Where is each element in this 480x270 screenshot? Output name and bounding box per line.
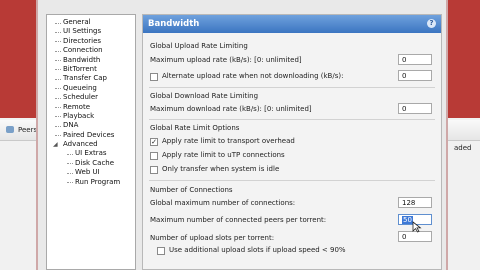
tree-item[interactable]: BitTorrent [47,65,135,74]
divider [149,87,435,88]
tree-item[interactable]: UI Extras [47,149,135,158]
pane-title: Bandwidth [148,19,200,29]
tree-connector [67,153,73,155]
overhead-label: Apply rate limit to transport overhead [162,137,295,145]
tree-connector [67,163,73,165]
extra-slots-checkbox[interactable] [157,247,165,255]
peers-tab[interactable]: Peers [6,124,37,136]
upload-section-title: Global Upload Rate Limiting [150,42,248,50]
tree-connector [55,60,61,62]
tree-item-label: Transfer Cap [63,74,107,83]
tree-item[interactable]: DNA [47,121,135,130]
tree-connector [55,22,61,24]
tree-item[interactable]: Directories [47,37,135,46]
max-download-input[interactable]: 0 [398,103,432,114]
pane-header: Bandwidth ? [143,15,441,33]
alt-upload-checkbox[interactable] [150,73,158,81]
max-upload-label: Maximum upload rate (kB/s): [0: unlimite… [150,56,302,64]
tree-item[interactable]: Scheduler [47,93,135,102]
tree-connector [55,107,61,109]
utp-label: Apply rate limit to uTP connections [162,151,285,159]
download-section-title: Global Download Rate Limiting [150,92,259,100]
tree-item[interactable]: Run Program [47,178,135,187]
divider [149,180,435,181]
peers-icon [6,126,14,133]
tree-connector [55,31,61,33]
tree-item-label: Advanced [63,140,98,149]
tree-item-label: Playback [63,111,95,120]
tree-item-label: General [63,18,91,26]
tree-item-label: Directories [63,36,102,45]
tree-item-label: Paired Devices [63,130,115,139]
tree-item-label: Remote [63,102,91,111]
tree-item[interactable]: Web UI [47,168,135,177]
tree-item[interactable]: Paired Devices [47,131,135,140]
tree-connector [55,116,61,118]
tree-connector [67,172,73,174]
help-icon[interactable]: ? [427,19,436,28]
tree-item[interactable]: Disk Cache [47,159,135,168]
tree-item-label: DNA [63,121,79,130]
alt-upload-input[interactable]: 0 [398,70,432,81]
preferences-dialog: General UI Settings Directories Connection B… [36,0,448,270]
alt-upload-label: Alternate upload rate when not downloadi… [162,72,344,80]
tree-connector [55,69,61,71]
tree-connector [55,50,61,52]
tree-item[interactable]: ◢ Advanced [47,140,135,149]
tree-item-label: UI Extras [75,149,107,158]
max-download-label: Maximum download rate (kB/s): [0: unlimi… [150,105,312,113]
tree-connector [55,88,61,90]
divider [149,119,435,120]
tree-item-label: Bandwidth [63,55,101,64]
tree-item-label: Queueing [63,83,97,92]
tree-item[interactable]: Bandwidth [47,56,135,65]
tree-item[interactable]: Transfer Cap [47,74,135,83]
status-fragment: aded [454,144,472,152]
idle-label: Only transfer when system is idle [162,165,280,173]
global-connections-label: Global maximum number of connections: [150,199,296,207]
global-connections-input[interactable]: 128 [398,197,432,208]
tree-item[interactable]: Remote [47,103,135,112]
upload-slots-label: Number of upload slots per torrent: [150,234,275,242]
utp-checkbox[interactable] [150,152,158,160]
expand-toggle-icon[interactable]: ◢ [53,140,58,149]
options-section-title: Global Rate Limit Options [150,124,240,132]
settings-tree[interactable]: General UI Settings Directories Connection B… [46,14,136,270]
peers-tab-label: Peers [18,126,38,134]
tree-connector [55,78,61,80]
peers-per-torrent-label: Maximum number of connected peers per to… [150,216,327,224]
bandwidth-pane: Bandwidth ? Global Upload Rate Limiting … [142,14,442,270]
max-upload-input[interactable]: 0 [398,54,432,65]
tree-item-label: BitTorrent [63,64,97,73]
tree-item[interactable]: General [47,18,135,27]
tree-connector [55,135,61,137]
tree-item-label: Run Program [75,177,121,186]
tree-connector [67,182,73,184]
tree-item[interactable]: Playback [47,112,135,121]
tree-item-label: Connection [63,46,103,55]
tree-item[interactable]: Connection [47,46,135,55]
overhead-checkbox[interactable]: ✓ [150,138,158,146]
tree-connector [55,125,61,127]
tree-item-label: UI Settings [63,27,102,36]
tree-connector [55,41,61,43]
idle-checkbox[interactable] [150,166,158,174]
tree-item-label: Web UI [75,168,100,177]
extra-slots-label: Use additional upload slots if upload sp… [169,246,346,254]
tree-item[interactable]: UI Settings [47,27,135,36]
mouse-cursor-icon [412,221,422,233]
tree-connector [55,97,61,99]
tree-item-label: Disk Cache [75,158,115,167]
tree-item-label: Scheduler [63,93,99,102]
tree-item[interactable]: Queueing [47,84,135,93]
connections-section-title: Number of Connections [150,186,233,194]
